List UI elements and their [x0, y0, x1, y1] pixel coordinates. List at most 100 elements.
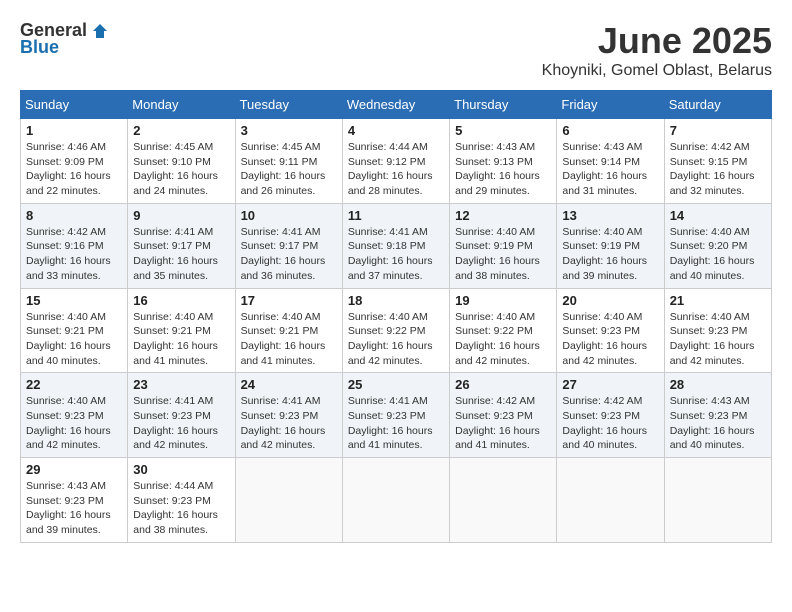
- calendar-cell: [342, 458, 449, 543]
- day-number: 15: [26, 293, 122, 308]
- calendar-cell: 14Sunrise: 4:40 AMSunset: 9:20 PMDayligh…: [664, 203, 771, 288]
- day-number: 5: [455, 123, 551, 138]
- calendar: SundayMondayTuesdayWednesdayThursdayFrid…: [20, 90, 772, 543]
- cell-content: Sunrise: 4:40 AMSunset: 9:21 PMDaylight:…: [26, 310, 122, 369]
- day-number: 9: [133, 208, 229, 223]
- cell-content: Sunrise: 4:41 AMSunset: 9:23 PMDaylight:…: [241, 394, 337, 453]
- cell-content: Sunrise: 4:41 AMSunset: 9:23 PMDaylight:…: [133, 394, 229, 453]
- weekday-header-saturday: Saturday: [664, 91, 771, 119]
- weekday-header-tuesday: Tuesday: [235, 91, 342, 119]
- calendar-cell: 2 Sunrise: 4:45 AMSunset: 9:10 PMDaylight…: [128, 119, 235, 204]
- cell-content: Sunrise: 4:43 AMSunset: 9:13 PMDaylight:…: [455, 140, 551, 199]
- calendar-cell: 25 Sunrise: 4:41 AMSunset: 9:23 PMDayligh…: [342, 373, 449, 458]
- month-title: June 2025: [542, 20, 772, 62]
- day-number: 8: [26, 208, 122, 223]
- weekday-header-monday: Monday: [128, 91, 235, 119]
- day-number: 22: [26, 377, 122, 392]
- calendar-cell: 4Sunrise: 4:44 AMSunset: 9:12 PMDaylight…: [342, 119, 449, 204]
- calendar-cell: 12 Sunrise: 4:40 AMSunset: 9:19 PMDayligh…: [450, 203, 557, 288]
- day-number: 18: [348, 293, 444, 308]
- calendar-cell: 9 Sunrise: 4:41 AMSunset: 9:17 PMDaylight…: [128, 203, 235, 288]
- calendar-cell: 22 Sunrise: 4:40 AMSunset: 9:23 PMDayligh…: [21, 373, 128, 458]
- cell-content: Sunrise: 4:40 AMSunset: 9:20 PMDaylight:…: [670, 225, 766, 284]
- calendar-cell: 7 Sunrise: 4:42 AMSunset: 9:15 PMDaylight…: [664, 119, 771, 204]
- weekday-header-thursday: Thursday: [450, 91, 557, 119]
- cell-content: Sunrise: 4:40 AMSunset: 9:21 PMDaylight:…: [133, 310, 229, 369]
- day-number: 23: [133, 377, 229, 392]
- cell-content: Sunrise: 4:43 AMSunset: 9:23 PMDaylight:…: [670, 394, 766, 453]
- weekday-header-wednesday: Wednesday: [342, 91, 449, 119]
- day-number: 30: [133, 462, 229, 477]
- day-number: 26: [455, 377, 551, 392]
- day-number: 7: [670, 123, 766, 138]
- day-number: 4: [348, 123, 444, 138]
- day-number: 17: [241, 293, 337, 308]
- day-number: 12: [455, 208, 551, 223]
- calendar-cell: [450, 458, 557, 543]
- cell-content: Sunrise: 4:42 AMSunset: 9:15 PMDaylight:…: [670, 140, 766, 199]
- calendar-cell: 17 Sunrise: 4:40 AMSunset: 9:21 PMDayligh…: [235, 288, 342, 373]
- cell-content: Sunrise: 4:40 AMSunset: 9:22 PMDaylight:…: [348, 310, 444, 369]
- cell-content: Sunrise: 4:46 AMSunset: 9:09 PMDaylight:…: [26, 140, 122, 199]
- day-number: 10: [241, 208, 337, 223]
- day-number: 28: [670, 377, 766, 392]
- calendar-cell: 23 Sunrise: 4:41 AMSunset: 9:23 PMDayligh…: [128, 373, 235, 458]
- calendar-cell: 26 Sunrise: 4:42 AMSunset: 9:23 PMDayligh…: [450, 373, 557, 458]
- cell-content: Sunrise: 4:45 AMSunset: 9:11 PMDaylight:…: [241, 140, 337, 199]
- calendar-cell: [235, 458, 342, 543]
- cell-content: Sunrise: 4:40 AMSunset: 9:23 PMDaylight:…: [562, 310, 658, 369]
- calendar-cell: 16 Sunrise: 4:40 AMSunset: 9:21 PMDayligh…: [128, 288, 235, 373]
- calendar-cell: 29 Sunrise: 4:43 AMSunset: 9:23 PMDayligh…: [21, 458, 128, 543]
- day-number: 25: [348, 377, 444, 392]
- day-number: 1: [26, 123, 122, 138]
- weekday-header-friday: Friday: [557, 91, 664, 119]
- day-number: 6: [562, 123, 658, 138]
- calendar-cell: 20 Sunrise: 4:40 AMSunset: 9:23 PMDayligh…: [557, 288, 664, 373]
- cell-content: Sunrise: 4:40 AMSunset: 9:19 PMDaylight:…: [562, 225, 658, 284]
- cell-content: Sunrise: 4:43 AMSunset: 9:23 PMDaylight:…: [26, 479, 122, 538]
- calendar-cell: 3 Sunrise: 4:45 AMSunset: 9:11 PMDaylight…: [235, 119, 342, 204]
- calendar-cell: 5 Sunrise: 4:43 AMSunset: 9:13 PMDaylight…: [450, 119, 557, 204]
- day-number: 13: [562, 208, 658, 223]
- calendar-cell: 11 Sunrise: 4:41 AMSunset: 9:18 PMDayligh…: [342, 203, 449, 288]
- calendar-cell: 15 Sunrise: 4:40 AMSunset: 9:21 PMDayligh…: [21, 288, 128, 373]
- day-number: 11: [348, 208, 444, 223]
- header: General Blue June 2025 Khoyniki, Gomel O…: [20, 20, 772, 80]
- cell-content: Sunrise: 4:41 AMSunset: 9:17 PMDaylight:…: [133, 225, 229, 284]
- cell-content: Sunrise: 4:41 AMSunset: 9:18 PMDaylight:…: [348, 225, 444, 284]
- cell-content: Sunrise: 4:41 AMSunset: 9:23 PMDaylight:…: [348, 394, 444, 453]
- day-number: 29: [26, 462, 122, 477]
- day-number: 20: [562, 293, 658, 308]
- cell-content: Sunrise: 4:40 AMSunset: 9:19 PMDaylight:…: [455, 225, 551, 284]
- calendar-cell: 8 Sunrise: 4:42 AMSunset: 9:16 PMDaylight…: [21, 203, 128, 288]
- cell-content: Sunrise: 4:42 AMSunset: 9:16 PMDaylight:…: [26, 225, 122, 284]
- cell-content: Sunrise: 4:45 AMSunset: 9:10 PMDaylight:…: [133, 140, 229, 199]
- calendar-cell: 24 Sunrise: 4:41 AMSunset: 9:23 PMDayligh…: [235, 373, 342, 458]
- title-area: June 2025 Khoyniki, Gomel Oblast, Belaru…: [542, 20, 772, 80]
- calendar-cell: [557, 458, 664, 543]
- calendar-cell: 27 Sunrise: 4:42 AMSunset: 9:23 PMDayligh…: [557, 373, 664, 458]
- day-number: 3: [241, 123, 337, 138]
- logo: General Blue: [20, 20, 109, 58]
- calendar-cell: 13 Sunrise: 4:40 AMSunset: 9:19 PMDayligh…: [557, 203, 664, 288]
- cell-content: Sunrise: 4:40 AMSunset: 9:22 PMDaylight:…: [455, 310, 551, 369]
- day-number: 2: [133, 123, 229, 138]
- calendar-cell: 21Sunrise: 4:40 AMSunset: 9:23 PMDayligh…: [664, 288, 771, 373]
- cell-content: Sunrise: 4:41 AMSunset: 9:17 PMDaylight:…: [241, 225, 337, 284]
- cell-content: Sunrise: 4:40 AMSunset: 9:21 PMDaylight:…: [241, 310, 337, 369]
- calendar-cell: 6 Sunrise: 4:43 AMSunset: 9:14 PMDaylight…: [557, 119, 664, 204]
- day-number: 21: [670, 293, 766, 308]
- weekday-header-sunday: Sunday: [21, 91, 128, 119]
- calendar-cell: 28 Sunrise: 4:43 AMSunset: 9:23 PMDayligh…: [664, 373, 771, 458]
- calendar-cell: 1 Sunrise: 4:46 AMSunset: 9:09 PMDaylight…: [21, 119, 128, 204]
- cell-content: Sunrise: 4:40 AMSunset: 9:23 PMDaylight:…: [26, 394, 122, 453]
- cell-content: Sunrise: 4:42 AMSunset: 9:23 PMDaylight:…: [562, 394, 658, 453]
- cell-content: Sunrise: 4:42 AMSunset: 9:23 PMDaylight:…: [455, 394, 551, 453]
- day-number: 24: [241, 377, 337, 392]
- calendar-cell: 30Sunrise: 4:44 AMSunset: 9:23 PMDayligh…: [128, 458, 235, 543]
- cell-content: Sunrise: 4:43 AMSunset: 9:14 PMDaylight:…: [562, 140, 658, 199]
- logo-blue: Blue: [20, 37, 59, 58]
- day-number: 16: [133, 293, 229, 308]
- day-number: 27: [562, 377, 658, 392]
- day-number: 19: [455, 293, 551, 308]
